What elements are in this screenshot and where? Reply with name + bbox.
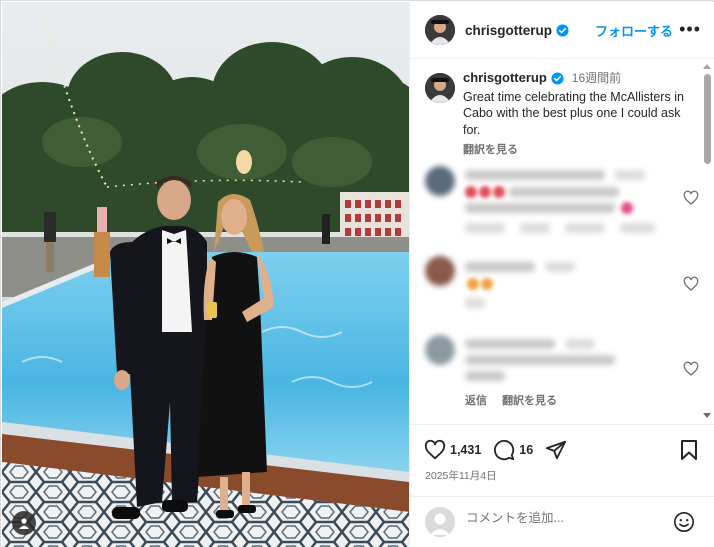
user-tag-button[interactable] [12, 511, 36, 535]
comment-heart-icon[interactable] [683, 190, 699, 206]
emoji-icon[interactable] [673, 511, 695, 533]
comment-item: 返信 翻訳を見る [425, 335, 705, 415]
caption-time[interactable]: 16週間前 [572, 70, 621, 87]
author-avatar[interactable] [425, 15, 455, 45]
reply-button[interactable]: 返信 [465, 395, 487, 407]
comment-text-blurred [465, 203, 615, 213]
share-action[interactable] [545, 439, 567, 461]
comment-avatar[interactable] [425, 335, 455, 365]
comment-emoji-blurred [465, 186, 477, 198]
comments-list[interactable]: chrisgotterup 16週間前 Great time celebrati… [410, 60, 714, 423]
scroll-up-arrow-icon[interactable] [703, 64, 711, 69]
current-user-avatar [425, 507, 455, 537]
comment-icon[interactable] [493, 439, 515, 461]
comment-heart-icon[interactable] [683, 361, 699, 377]
post-photo-image [2, 2, 409, 547]
verified-badge-icon [556, 23, 569, 37]
default-avatar-icon [425, 507, 455, 537]
comment-emoji-blurred [481, 278, 493, 290]
comment-emoji-blurred [621, 202, 633, 214]
post-side-panel: chrisgotterup フォローする ••• chrisgotterup 1… [409, 2, 714, 547]
comment-actions: 返信 翻訳を見る [465, 392, 569, 408]
author-avatar-image [425, 15, 455, 45]
post-dialog: chrisgotterup フォローする ••• chrisgotterup 1… [0, 0, 714, 547]
comment-text-blurred [509, 187, 619, 197]
comment-username-blurred [465, 170, 605, 180]
comment-text-blurred [465, 355, 615, 365]
comment-meta-blurred [465, 298, 485, 308]
comment-avatar[interactable] [425, 256, 455, 286]
comment-time-blurred [565, 339, 595, 349]
caption: chrisgotterup 16週間前 Great time celebrati… [425, 70, 695, 159]
like-count[interactable]: 1,431 [450, 443, 481, 457]
caption-avatar-image [425, 73, 455, 103]
bookmark-icon[interactable] [679, 439, 699, 461]
share-icon[interactable] [545, 439, 567, 461]
comment-item [425, 166, 705, 236]
comment-input[interactable] [466, 511, 666, 525]
user-tag-icon [19, 518, 29, 529]
caption-text: Great time celebrating the McAllisters i… [463, 89, 684, 137]
comment-meta-blurred [565, 223, 605, 233]
comment-username-blurred [465, 339, 555, 349]
comment-text-blurred [465, 371, 505, 381]
verified-badge-icon [551, 72, 564, 85]
more-horizontal-icon[interactable]: ••• [679, 20, 701, 38]
comment-emoji-blurred [479, 186, 491, 198]
comment-emoji-blurred [467, 278, 479, 290]
caption-avatar[interactable] [425, 73, 455, 103]
comment-meta-blurred [620, 223, 655, 233]
post-photo[interactable] [2, 2, 409, 547]
comment-count[interactable]: 16 [519, 443, 533, 457]
scroll-down-arrow-icon[interactable] [703, 413, 711, 418]
comment-heart-icon[interactable] [683, 276, 699, 292]
like-action[interactable]: 1,431 [424, 439, 481, 461]
post-actions: 1,431 16 2025年11月4日 [410, 424, 714, 484]
post-date[interactable]: 2025年11月4日 [425, 468, 497, 483]
comment-time-blurred [615, 170, 645, 180]
scrollbar-thumb[interactable] [704, 74, 711, 164]
heart-icon[interactable] [424, 439, 446, 461]
comment-meta-blurred [465, 223, 505, 233]
comment-action[interactable]: 16 [493, 439, 533, 461]
post-header: chrisgotterup フォローする ••• [410, 2, 714, 59]
follow-button[interactable]: フォローする [595, 21, 673, 40]
comment-username-blurred [465, 262, 535, 272]
comment-time-blurred [545, 262, 575, 272]
comment-translate-link[interactable]: 翻訳を見る [502, 395, 557, 407]
comment-item [425, 256, 705, 316]
caption-translate-link[interactable]: 翻訳を見る [463, 142, 695, 159]
caption-username[interactable]: chrisgotterup [463, 70, 547, 87]
author-username[interactable]: chrisgotterup [465, 23, 552, 38]
comment-meta-blurred [520, 223, 550, 233]
comment-emoji-blurred [493, 186, 505, 198]
add-comment-bar [410, 496, 714, 547]
comment-avatar[interactable] [425, 166, 455, 196]
